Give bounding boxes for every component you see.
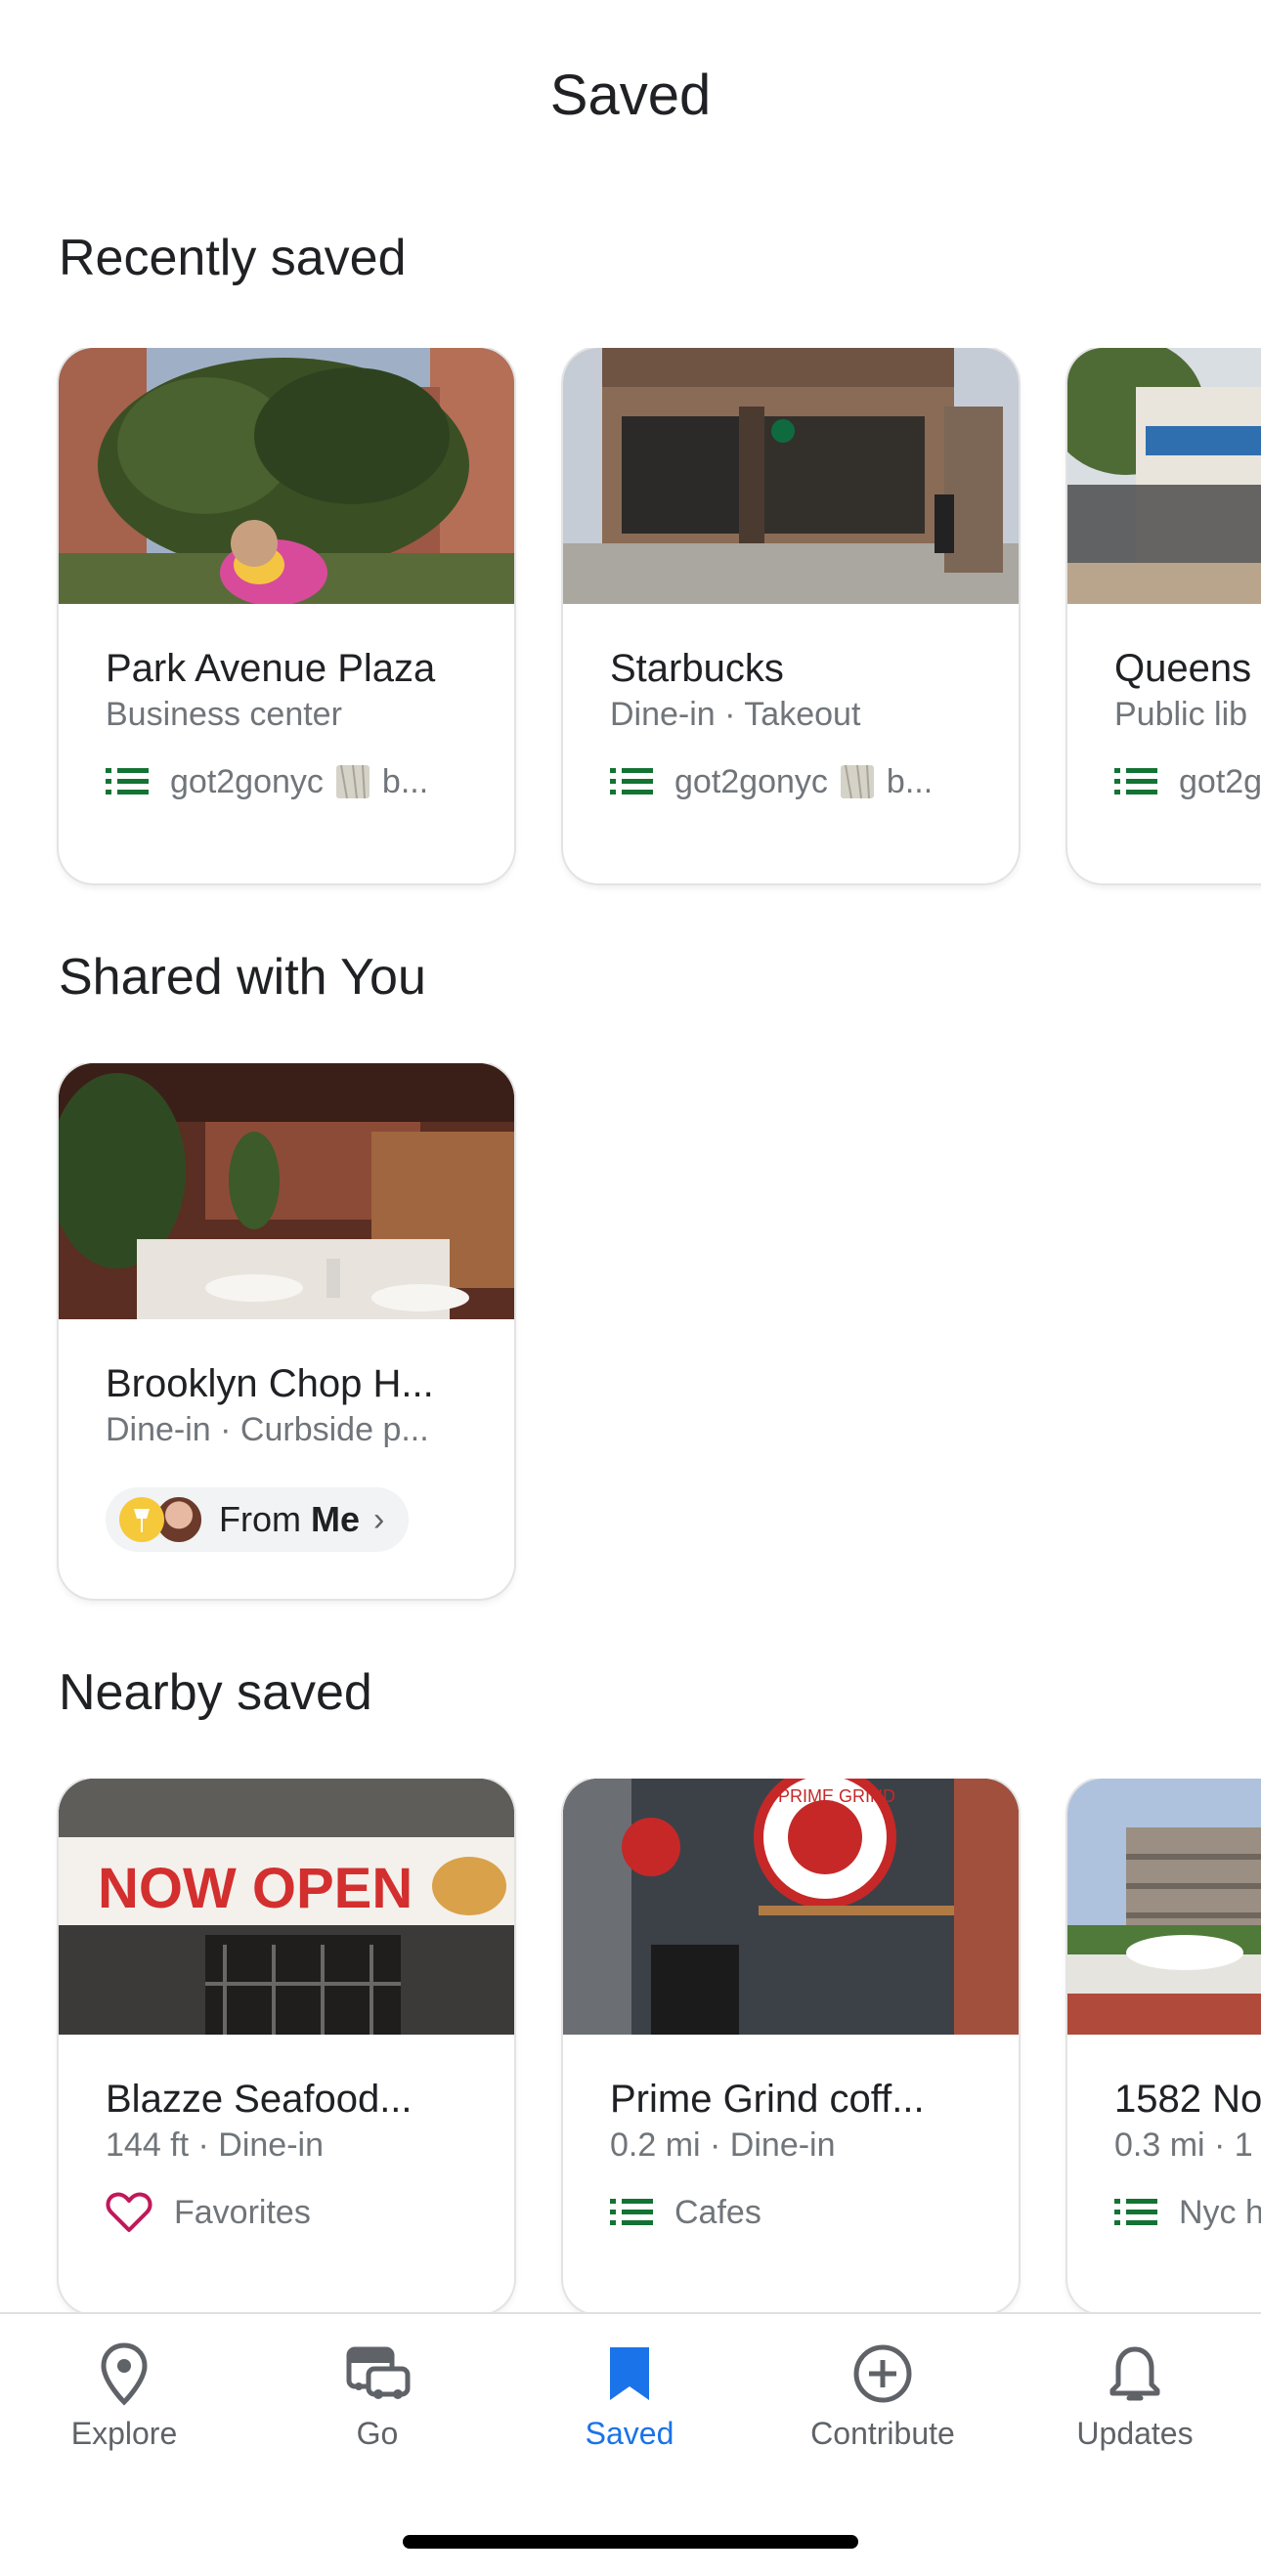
section-title-shared-with-you: Shared with You	[59, 949, 426, 1006]
heart-icon	[106, 2192, 152, 2232]
place-card[interactable]: NOW OPEN Blazze Seafood... 144 ft · Dine…	[59, 1779, 514, 2314]
newspaper-icon	[335, 764, 370, 799]
place-photo: NOW OPEN	[59, 1779, 514, 2035]
shared-carousel[interactable]: Brooklyn Chop H... Dine-in · Curbside p.…	[0, 1063, 1261, 1610]
list-name: Favorites	[174, 2193, 311, 2231]
place-category: Public lib	[1114, 696, 1248, 733]
list-name: got2g	[1179, 762, 1261, 800]
nav-explore[interactable]: Explore	[17, 2341, 232, 2469]
place-card[interactable]: Park Avenue Plaza Business center got2go…	[59, 348, 514, 883]
saved-list-row: Cafes	[610, 2189, 991, 2236]
nav-updates[interactable]: Updates	[1027, 2341, 1242, 2469]
shared-from-chip[interactable]: From Me ›	[106, 1487, 409, 1552]
nav-label: Contribute	[810, 2416, 955, 2451]
place-card[interactable]: 1582 No 0.3 mi · 1 Nyc h	[1067, 1779, 1261, 2314]
list-name: Nyc h	[1179, 2193, 1261, 2231]
now-open-banner: NOW OPEN	[98, 1857, 413, 1920]
place-card[interactable]: Queens Public lib got2g	[1067, 348, 1261, 883]
place-title: Blazze Seafood...	[106, 2078, 413, 2121]
recently-saved-carousel[interactable]: Park Avenue Plaza Business center got2go…	[0, 348, 1261, 895]
page-title: Saved	[549, 64, 712, 127]
place-title: Prime Grind coff...	[610, 2078, 925, 2121]
shared-from-label: From Me	[219, 1499, 361, 1539]
chevron-right-icon: ›	[373, 1500, 385, 1538]
list-name: got2gonyc	[674, 762, 828, 800]
list-name: got2gonyc	[170, 762, 324, 800]
home-indicator[interactable]	[403, 2535, 858, 2549]
section-title-recently-saved: Recently saved	[59, 230, 407, 286]
place-distance: 144 ft · Dine-in	[106, 2126, 324, 2164]
list-name: Cafes	[674, 2193, 761, 2231]
saved-list-row: Favorites	[106, 2189, 487, 2236]
pin-avatar-icon	[119, 1497, 164, 1542]
section-title-nearby-saved: Nearby saved	[59, 1664, 372, 1721]
place-category: Dine-in · Takeout	[610, 696, 861, 733]
add-circle-icon	[853, 2344, 912, 2403]
saved-list-row: got2gonyc b...	[610, 758, 991, 805]
prime-grind-sign: PRIME GRIND	[778, 1786, 895, 1806]
place-card[interactable]: Starbucks Dine-in · Takeout got2gonyc b.…	[563, 348, 1019, 883]
list-icon	[610, 768, 653, 794]
place-photo	[1067, 348, 1261, 604]
nav-label: Explore	[70, 2416, 178, 2451]
place-photo	[59, 348, 514, 604]
place-distance: 0.2 mi · Dine-in	[610, 2126, 836, 2164]
saved-list-row: got2g	[1114, 758, 1261, 805]
list-icon	[1114, 2199, 1157, 2225]
bell-icon	[1109, 2346, 1160, 2401]
place-title: Starbucks	[610, 647, 784, 690]
place-card[interactable]: PRIME GRIND Prime Grind coff... 0.2 mi ·…	[563, 1779, 1019, 2314]
place-photo	[563, 348, 1019, 604]
saved-list-row: got2gonyc b...	[106, 758, 487, 805]
bookmark-icon	[610, 2347, 649, 2400]
nav-label: Go	[356, 2416, 399, 2451]
nav-label: Saved	[585, 2416, 674, 2451]
list-extra: b...	[886, 762, 934, 800]
newspaper-icon	[840, 764, 874, 799]
saved-list-row: Nyc h	[1114, 2189, 1261, 2236]
place-category: Dine-in · Curbside p...	[106, 1411, 429, 1448]
nav-contribute[interactable]: Contribute	[775, 2341, 990, 2469]
place-photo: PRIME GRIND	[563, 1779, 1019, 2035]
map-pin-icon	[101, 2342, 148, 2406]
place-category: Business center	[106, 696, 342, 733]
place-photo	[59, 1063, 514, 1319]
place-distance: 0.3 mi · 1	[1114, 2126, 1253, 2164]
place-title: Park Avenue Plaza	[106, 647, 436, 690]
place-title: 1582 No	[1114, 2078, 1261, 2121]
nav-label: Updates	[1076, 2416, 1194, 2451]
nav-go[interactable]: Go	[270, 2341, 485, 2469]
place-photo	[1067, 1779, 1261, 2035]
list-icon	[1114, 768, 1157, 794]
place-card[interactable]: Brooklyn Chop H... Dine-in · Curbside p.…	[59, 1063, 514, 1599]
list-icon	[106, 768, 149, 794]
nearby-saved-carousel[interactable]: NOW OPEN Blazze Seafood... 144 ft · Dine…	[0, 1779, 1261, 2326]
place-title: Queens	[1114, 647, 1252, 690]
place-title: Brooklyn Chop H...	[106, 1362, 434, 1405]
list-extra: b...	[381, 762, 429, 800]
nav-saved[interactable]: Saved	[522, 2341, 737, 2469]
car-icon	[346, 2346, 411, 2399]
list-icon	[610, 2199, 653, 2225]
